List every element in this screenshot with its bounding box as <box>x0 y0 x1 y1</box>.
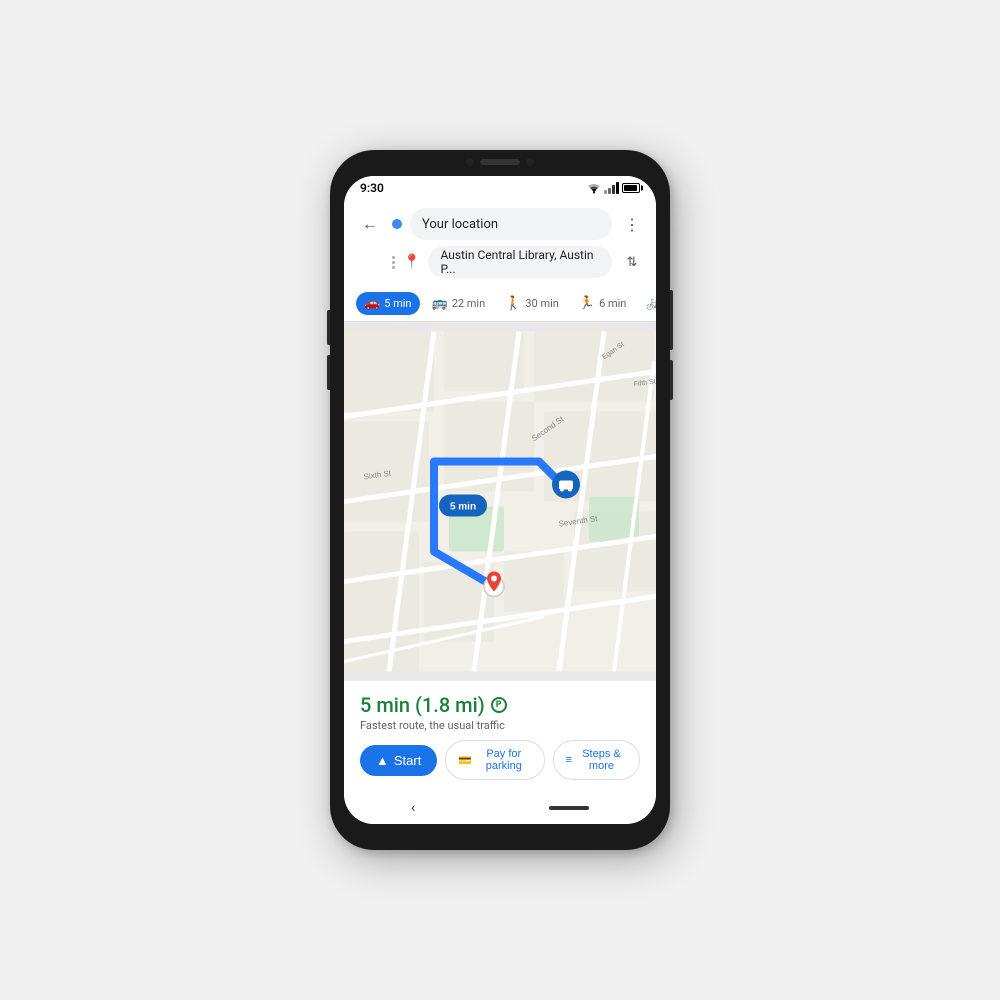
origin-row: ← Your location ⋮ <box>356 208 644 240</box>
volume-down-button[interactable] <box>327 355 330 390</box>
transport-tabs: 🚗 5 min 🚌 22 min 🚶 30 min 🏃 6 min 🚲 <box>344 286 656 322</box>
origin-text: Your location <box>422 217 498 232</box>
more-options-button[interactable]: ⋮ <box>620 212 644 236</box>
sensor <box>526 158 534 166</box>
more-icon: ⋮ <box>624 215 640 234</box>
pay-icon: 💳 <box>458 754 472 767</box>
pay-parking-button[interactable]: 💳 Pay for parking <box>445 740 544 780</box>
toll-icon: P <box>491 697 507 713</box>
run-icon: 🏃 <box>579 296 595 311</box>
start-nav-icon: ▲ <box>376 753 389 768</box>
battery-icon <box>622 183 640 193</box>
car-icon: 🚗 <box>364 296 380 311</box>
wifi-icon <box>587 182 601 194</box>
home-indicator[interactable] <box>549 806 589 810</box>
steps-more-button[interactable]: ≡ Steps & more <box>553 740 641 780</box>
back-nav-icon[interactable]: ‹ <box>411 800 415 816</box>
route-info: 5 min (1.8 mi) P Fastest route, the usua… <box>360 693 640 732</box>
steps-icon: ≡ <box>566 754 572 766</box>
start-label: Start <box>394 753 421 768</box>
bus-icon: 🚌 <box>432 296 448 311</box>
maps-app: ← Your location ⋮ 📍 <box>344 200 656 824</box>
destination-pin-icon: 📍 <box>403 254 420 270</box>
status-bar: 9:30 <box>344 176 656 200</box>
origin-input[interactable]: Your location <box>410 208 612 240</box>
phone-device: 9:30 <box>330 150 670 850</box>
tab-transit[interactable]: 🚌 22 min <box>424 292 494 315</box>
destination-text: Austin Central Library, Austin P... <box>440 248 600 276</box>
running-time: 6 min <box>599 297 626 310</box>
dot1 <box>392 256 395 259</box>
steps-more-label: Steps & more <box>576 748 627 772</box>
walking-time: 30 min <box>525 297 559 310</box>
map-svg: Sixth St Second St Seventh St Egan St Fi… <box>344 322 656 681</box>
bottom-panel: 5 min (1.8 mi) P Fastest route, the usua… <box>344 681 656 792</box>
svg-text:5 min: 5 min <box>450 502 476 513</box>
start-button[interactable]: ▲ Start <box>360 745 437 776</box>
action-buttons: ▲ Start 💳 Pay for parking ≡ Steps & more <box>360 740 640 780</box>
swap-button[interactable]: ⇅ <box>620 250 644 274</box>
phone-screen: 9:30 <box>344 176 656 824</box>
tab-cycling[interactable]: 🚲 10 m <box>638 292 656 315</box>
route-duration: 5 min (1.8 mi) <box>360 693 485 717</box>
origin-dot-icon <box>392 219 402 229</box>
back-icon: ← <box>362 214 378 234</box>
battery-fill <box>624 185 637 191</box>
walk-icon: 🚶 <box>505 296 521 311</box>
driving-time: 5 min <box>384 297 411 310</box>
swap-icon: ⇅ <box>627 255 638 270</box>
destination-input[interactable]: Austin Central Library, Austin P... <box>428 246 612 278</box>
bike-icon: 🚲 <box>646 296 656 311</box>
phone-nav-bar: ‹ <box>344 792 656 824</box>
back-button[interactable]: ← <box>356 210 384 238</box>
signal-icon <box>604 182 619 194</box>
map-view[interactable]: Sixth St Second St Seventh St Egan St Fi… <box>344 322 656 681</box>
phone-notch <box>466 158 534 166</box>
speaker <box>480 159 520 165</box>
clock: 9:30 <box>360 181 384 195</box>
transit-time: 22 min <box>452 297 486 310</box>
dot2 <box>392 261 395 264</box>
status-icons <box>587 182 640 194</box>
destination-row: 📍 Austin Central Library, Austin P... ⇅ <box>392 246 644 278</box>
route-connector <box>392 256 395 269</box>
camera <box>466 158 474 166</box>
tab-running[interactable]: 🏃 6 min <box>571 292 635 315</box>
tab-driving[interactable]: 🚗 5 min <box>356 292 420 315</box>
duration-text: 5 min <box>360 693 410 717</box>
pay-parking-label: Pay for parking <box>476 748 531 772</box>
volume-up-button[interactable] <box>327 310 330 345</box>
dot3 <box>392 266 395 269</box>
route-description: Fastest route, the usual traffic <box>360 719 640 732</box>
route-time-display: 5 min (1.8 mi) P <box>360 693 640 717</box>
tab-walking[interactable]: 🚶 30 min <box>497 292 567 315</box>
route-distance: (1.8 mi) <box>415 693 485 717</box>
nav-header: ← Your location ⋮ 📍 <box>344 200 656 286</box>
